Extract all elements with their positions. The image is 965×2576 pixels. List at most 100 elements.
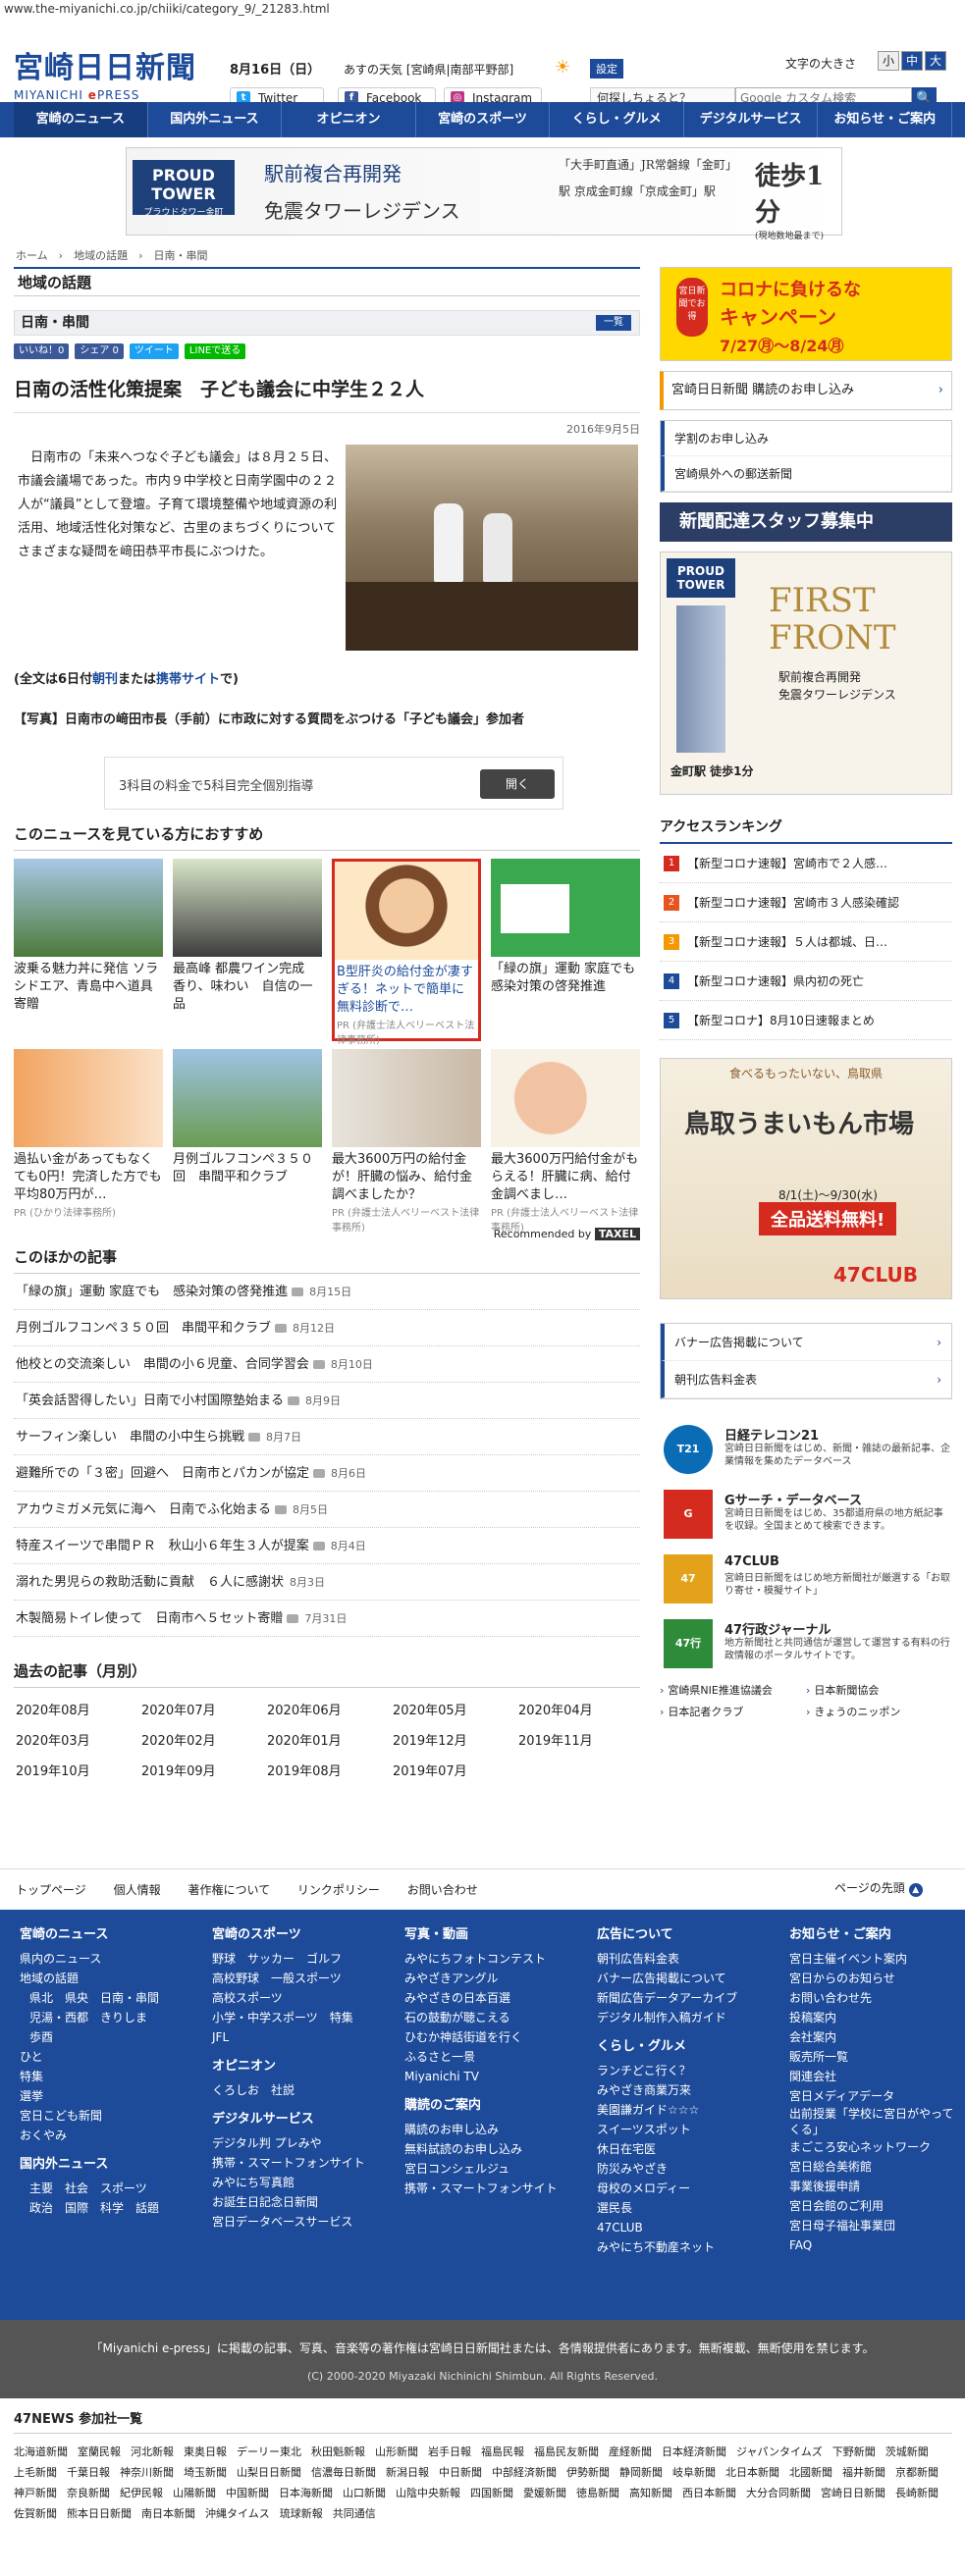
font-mid-button[interactable]: 中 (901, 51, 923, 71)
news47-member-link[interactable]: 宮崎日日新聞 (821, 2483, 885, 2503)
ranking-item[interactable]: 5 【新型コロナ】8月10日速報まとめ (660, 1001, 952, 1040)
recommend-item[interactable]: 「緑の旗」運動 家庭でも 感染対策の啓発推進 (491, 859, 648, 1041)
footer-link[interactable]: 事業後援申請 (789, 2177, 956, 2196)
service-item[interactable]: T21 日経テレコン21 宮崎日日新聞をはじめ、新聞・雑誌の最新記事、企業情報を集め… (660, 1421, 952, 1482)
tottori-ad[interactable]: 食べるもったいない、鳥取県 鳥取うまいもん市場 8/1(土)〜9/30(水) 全… (660, 1058, 952, 1299)
inline-ad[interactable]: 3科目の料金で5科目完全個別指導 開く (104, 757, 563, 810)
footer-link[interactable]: 宮日こども新聞 (20, 2106, 159, 2126)
font-large-button[interactable]: 大 (925, 51, 946, 71)
footer-link[interactable]: ひと (20, 2047, 159, 2067)
footer-link[interactable]: 選挙 (20, 2086, 159, 2106)
footer-link[interactable]: 主要 社会 スポーツ (20, 2179, 159, 2198)
footer-link[interactable]: みやにちフォトコンテスト (404, 1949, 558, 1969)
footer-link[interactable]: 美園謙ガイド☆☆☆ (597, 2100, 737, 2120)
month-link[interactable]: 2020年05月 (393, 1700, 518, 1718)
morning-edition-link[interactable]: 朝刊 (92, 672, 118, 687)
footer-link[interactable]: 県内のニュース (20, 1949, 159, 1969)
news47-member-link[interactable]: 佐賀新聞 (14, 2503, 57, 2524)
footer-link[interactable]: Miyanichi TV (404, 2067, 558, 2086)
footer-link[interactable]: 販売所一覧 (789, 2047, 956, 2067)
footer-link[interactable]: おくやみ (20, 2126, 159, 2145)
news47-member-link[interactable]: 秋田魁新報 (311, 2442, 365, 2462)
month-link[interactable]: 2020年07月 (141, 1700, 267, 1718)
nav-life-gourmet[interactable]: くらし・グルメ (550, 102, 684, 137)
news47-member-link[interactable]: 静岡新聞 (619, 2462, 663, 2483)
news47-member-link[interactable]: 室蘭民報 (78, 2442, 121, 2462)
list-item[interactable]: 木製簡易トイレ使って 日南市へ５セット寄贈 7月31日 (14, 1601, 640, 1637)
recommend-item[interactable]: 最高峰 都農ワイン完成 香り、味わい 自信の一品 (173, 859, 322, 1041)
url-bar[interactable]: www.the-miyanichi.co.jp/chiiki/category_… (0, 0, 965, 20)
news47-member-link[interactable]: デーリー東北 (237, 2442, 301, 2462)
footer-link[interactable]: 児湯・西都 きりしま (20, 2008, 159, 2027)
footer-link[interactable]: 地域の話題 (20, 1969, 159, 1988)
first-front-ad[interactable]: PROUD TOWER FIRST FRONT 駅前複合再開発 免震タワーレジデン… (660, 552, 952, 795)
recommend-item[interactable]: B型肝炎の給付金が凄すぎる！ネットで簡単に無料診断で… PR (弁護士法人ベリーベ… (332, 859, 481, 1046)
footer-link[interactable]: 特集 (20, 2067, 159, 2086)
list-item[interactable]: 他校との交流楽しい 串間の小６児童、合同学習会 8月10日 (14, 1346, 640, 1383)
recommend-item[interactable]: 最大3600万円の給付金が！肝臓の悩み、給付金調べましたか？ PR (弁護士法人ベ… (332, 1049, 481, 1234)
list-item[interactable]: アカウミガメ元気に海へ 日南でふ化始まる 8月5日 (14, 1492, 640, 1528)
month-link[interactable]: 2020年02月 (141, 1730, 267, 1749)
footer-link[interactable]: みやにち写真館 (212, 2173, 365, 2192)
page-top-button[interactable]: ページの先頭 ▲ (834, 1879, 923, 1897)
footer-link[interactable]: 選民長 (597, 2198, 737, 2218)
footer-link-linkpolicy[interactable]: リンクポリシー (297, 1883, 380, 1897)
footer-link[interactable]: 高校野球 一般スポーツ (212, 1969, 365, 1988)
month-link[interactable]: 2019年08月 (267, 1761, 393, 1779)
service-item[interactable]: 47行 47行政ジャーナル 地方新聞社と共同通信が運営して運営する有料の行政情報のポ… (660, 1615, 952, 1676)
month-link[interactable]: 2019年07月 (393, 1761, 518, 1779)
weather-link[interactable]: あすの天気 [宮崎県|南部平野部] (344, 61, 513, 78)
footer-link[interactable]: 石の鼓動が聴こえる (404, 2008, 558, 2027)
footer-link[interactable]: 無料試読のお申し込み (404, 2139, 558, 2159)
month-link[interactable]: 2019年11月 (518, 1730, 644, 1749)
list-item[interactable]: 「英会話習得したい」日南で小村国際塾始まる 8月9日 (14, 1383, 640, 1419)
ranking-item[interactable]: 1 【新型コロナ速報】宮崎市で２人感… (660, 844, 952, 883)
footer-link[interactable]: 県北 県央 日南・串間 (20, 1988, 159, 2008)
like-button[interactable]: いいね！0 (14, 343, 70, 359)
news47-member-link[interactable]: 山形新聞 (375, 2442, 418, 2462)
footer-link[interactable]: 政治 国際 科学 話題 (20, 2198, 159, 2218)
footer-link[interactable]: 高校スポーツ (212, 1988, 365, 2008)
recommend-item[interactable]: 過払い金があってもなくても0円！完済した方でも平均80万円が… PR (ひかり法律… (14, 1049, 163, 1232)
footer-link[interactable]: 会社案内 (789, 2027, 956, 2047)
ranking-item[interactable]: 2 【新型コロナ速報】宮崎市３人感染確認 (660, 883, 952, 922)
news47-member-link[interactable]: 北日本新聞 (725, 2462, 779, 2483)
subscribe-link[interactable]: 宮崎日日新聞 購読のお申し込み › (660, 371, 952, 410)
news47-member-link[interactable]: 山陰中央新報 (396, 2483, 460, 2503)
mail-delivery-link[interactable]: 宮崎県外への郵送新聞 (661, 456, 951, 492)
inline-ad-open-button[interactable]: 開く (480, 769, 555, 799)
footer-link[interactable]: 宮日からのお知らせ (789, 1969, 956, 1988)
nav-miyazaki-news[interactable]: 宮崎のニュース (14, 102, 148, 137)
news47-member-link[interactable]: 京都新聞 (895, 2462, 938, 2483)
news47-member-link[interactable]: 熊本日日新聞 (67, 2503, 132, 2524)
news47-member-link[interactable]: 千葉日報 (67, 2462, 110, 2483)
nav-digital-service[interactable]: デジタルサービス (684, 102, 819, 137)
news47-member-link[interactable]: 日本海新聞 (279, 2483, 333, 2503)
weather-setting-button[interactable]: 設定 (590, 59, 623, 79)
news47-member-link[interactable]: 四国新聞 (470, 2483, 513, 2503)
footer-link[interactable]: 朝刊広告料金表 (597, 1949, 737, 1969)
footer-link[interactable]: 投稿案内 (789, 2008, 956, 2027)
footer-link[interactable]: みやざき商業万来 (597, 2080, 737, 2100)
footer-link[interactable]: 宮日会館のご利用 (789, 2196, 956, 2216)
footer-link[interactable]: JFL (212, 2027, 365, 2047)
news47-member-link[interactable]: 西日本新聞 (682, 2483, 736, 2503)
footer-heading[interactable]: 宮崎のスポーツ (212, 1925, 365, 1945)
footer-link[interactable]: 宮日主催イベント案内 (789, 1949, 956, 1969)
footer-link[interactable]: 小学・中学スポーツ 特集 (212, 2008, 365, 2027)
footer-link[interactable]: 新聞広告データアーカイブ (597, 1988, 737, 2008)
service-item[interactable]: 47 47CLUB 宮崎日日新聞をはじめ地方新聞社が厳選する「お取り寄せ・模擬サイト… (660, 1551, 952, 1611)
student-discount-link[interactable]: 学割のお申し込み (661, 421, 951, 456)
news47-member-link[interactable]: 岩手日報 (428, 2442, 471, 2462)
kyou-no-nippon-link[interactable]: きょうのニッポン (806, 1704, 952, 1719)
news47-member-link[interactable]: 神戸新聞 (14, 2483, 57, 2503)
month-link[interactable]: 2020年08月 (16, 1700, 141, 1718)
footer-link[interactable]: 携帯・スマートフォンサイト (404, 2179, 558, 2198)
news47-member-link[interactable]: 紀伊民報 (120, 2483, 163, 2503)
footer-link[interactable]: 出前授業「学校に宮日がやってくる」 (789, 2106, 956, 2137)
press-club-link[interactable]: 日本記者クラブ (660, 1704, 806, 1719)
footer-link[interactable]: デジタル制作入稿ガイド (597, 2008, 737, 2027)
news47-member-link[interactable]: 長崎新聞 (895, 2483, 938, 2503)
footer-link-copyright[interactable]: 著作権について (188, 1883, 270, 1897)
list-item[interactable]: 月例ゴルフコンペ３５０回 串間平和クラブ 8月12日 (14, 1310, 640, 1346)
